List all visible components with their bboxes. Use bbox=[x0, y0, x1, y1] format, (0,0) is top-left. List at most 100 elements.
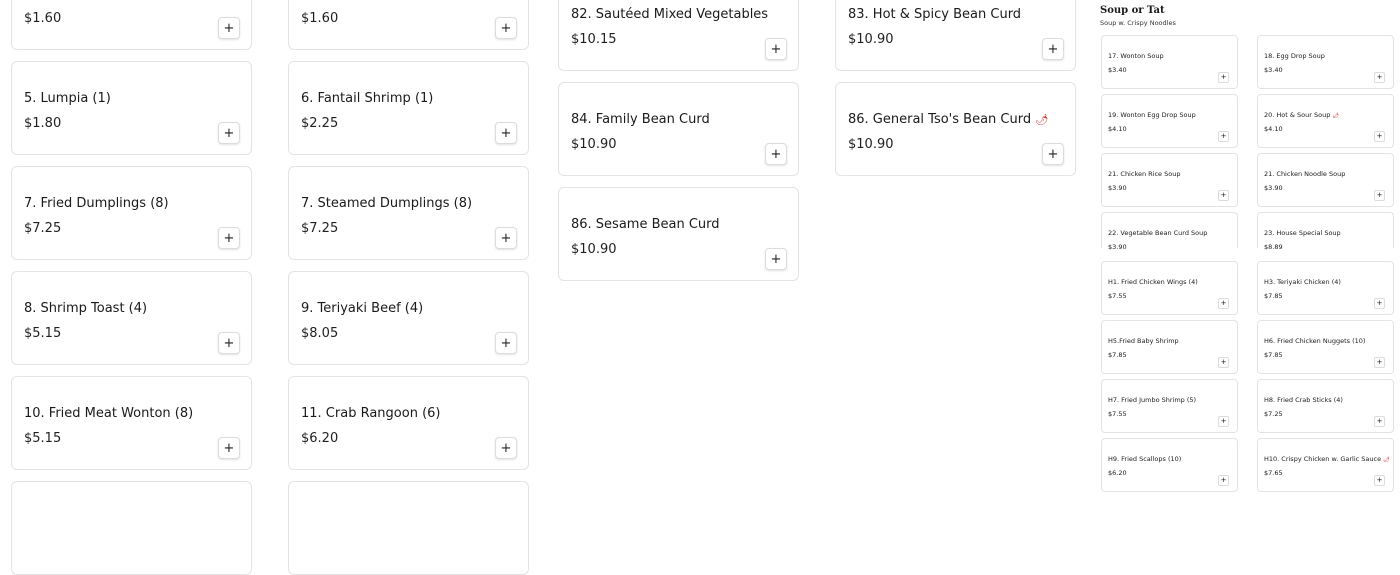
menu-item-card[interactable]: $1.60 + bbox=[11, 0, 252, 50]
menu-item-card[interactable]: 82. Sautéed Mixed Vegetables $10.15 + bbox=[558, 0, 799, 71]
item-price: $1.80 bbox=[24, 116, 62, 131]
item-name: 18. Egg Drop Soup bbox=[1264, 52, 1325, 60]
menu-item-card[interactable]: 7. Steamed Dumplings (8) $7.25 + bbox=[288, 166, 529, 260]
item-name: H10. Crispy Chicken w. Garlic Sauce 🌶 bbox=[1264, 455, 1390, 463]
add-to-cart-button[interactable]: + bbox=[218, 17, 240, 39]
side-item-card[interactable]: 17. Wonton Soup $3.40 + bbox=[1101, 35, 1238, 89]
side-item-card[interactable]: H3. Teriyaki Chicken (4) $7.85 + bbox=[1257, 261, 1394, 315]
side-item-card[interactable]: H5.Fried Baby Shrimp $7.85 + bbox=[1101, 320, 1238, 374]
chili-pepper-icon: 🌶 bbox=[1035, 114, 1049, 126]
plus-icon: + bbox=[1220, 476, 1227, 484]
chili-pepper-icon: 🌶 bbox=[1383, 457, 1390, 463]
menu-item-card[interactable] bbox=[288, 481, 529, 575]
item-price: $1.60 bbox=[301, 11, 339, 26]
item-name: 83. Hot & Spicy Bean Curd bbox=[848, 7, 1022, 22]
plus-icon: + bbox=[1047, 41, 1059, 57]
add-to-cart-button[interactable]: + bbox=[218, 227, 240, 249]
plus-icon: + bbox=[1376, 132, 1383, 140]
side-item-card[interactable]: H10. Crispy Chicken w. Garlic Sauce 🌶 $7… bbox=[1257, 438, 1394, 492]
add-to-cart-button[interactable]: + bbox=[765, 143, 787, 165]
item-price: $1.60 bbox=[24, 11, 62, 26]
menu-item-card[interactable]: 8. Shrimp Toast (4) $5.15 + bbox=[11, 271, 252, 365]
item-name: H7. Fried Jumbo Shrimp (5) bbox=[1108, 396, 1197, 404]
side-item-card[interactable]: H9. Fried Scallops (10) $6.20 + bbox=[1101, 438, 1238, 492]
add-to-cart-button[interactable]: + bbox=[218, 122, 240, 144]
plus-icon: + bbox=[1220, 299, 1227, 307]
menu-item-card[interactable]: $1.60 + bbox=[288, 0, 529, 50]
side-item-card[interactable]: 21. Chicken Rice Soup $3.90 + bbox=[1101, 153, 1238, 207]
add-to-cart-button[interactable]: + bbox=[495, 122, 517, 144]
side-item-card[interactable]: 23. House Special Soup $8.89 bbox=[1257, 212, 1394, 251]
plus-icon: + bbox=[770, 146, 782, 162]
add-to-cart-button[interactable]: + bbox=[1218, 190, 1229, 201]
add-to-cart-button[interactable]: + bbox=[1042, 38, 1064, 60]
menu-item-card[interactable]: 5. Lumpia (1) $1.80 + bbox=[11, 61, 252, 155]
side-item-card[interactable]: 21. Chicken Noodle Soup $3.90 + bbox=[1257, 153, 1394, 207]
add-to-cart-button[interactable]: + bbox=[1218, 131, 1229, 142]
add-to-cart-button[interactable]: + bbox=[1374, 131, 1385, 142]
menu-item-card[interactable]: 9. Teriyaki Beef (4) $8.05 + bbox=[288, 271, 529, 365]
add-to-cart-button[interactable]: + bbox=[495, 332, 517, 354]
menu-item-card[interactable]: 86. Sesame Bean Curd $10.90 + bbox=[558, 187, 799, 281]
add-to-cart-button[interactable]: + bbox=[1374, 72, 1385, 83]
chili-pepper-icon: 🌶 bbox=[1332, 113, 1339, 119]
menu-item-card[interactable]: 7. Fried Dumplings (8) $7.25 + bbox=[11, 166, 252, 260]
plus-icon: + bbox=[500, 125, 512, 141]
side-item-card[interactable]: H1. Fried Chicken Wings (4) $7.55 + bbox=[1101, 261, 1238, 315]
side-item-card[interactable]: H7. Fried Jumbo Shrimp (5) $7.55 + bbox=[1101, 379, 1238, 433]
plus-icon: + bbox=[770, 251, 782, 267]
plus-icon: + bbox=[1376, 191, 1383, 199]
item-name: H6. Fried Chicken Nuggets (10) bbox=[1264, 337, 1366, 345]
add-to-cart-button[interactable]: + bbox=[1374, 190, 1385, 201]
menu-item-card[interactable]: 6. Fantail Shrimp (1) $2.25 + bbox=[288, 61, 529, 155]
item-price: $3.90 bbox=[1108, 243, 1127, 251]
plus-icon: + bbox=[223, 125, 235, 141]
plus-icon: + bbox=[223, 230, 235, 246]
add-to-cart-button[interactable]: + bbox=[1218, 357, 1229, 368]
add-to-cart-button[interactable]: + bbox=[765, 248, 787, 270]
item-name: 19. Wonton Egg Drop Soup bbox=[1108, 111, 1196, 119]
menu-item-card[interactable]: 11. Crab Rangoon (6) $6.20 + bbox=[288, 376, 529, 470]
menu-item-card[interactable] bbox=[11, 481, 252, 575]
add-to-cart-button[interactable]: + bbox=[1218, 72, 1229, 83]
item-price: $10.90 bbox=[571, 137, 617, 152]
side-item-card[interactable]: H8. Fried Crab Sticks (4) $7.25 + bbox=[1257, 379, 1394, 433]
add-to-cart-button[interactable]: + bbox=[1374, 475, 1385, 486]
add-to-cart-button[interactable]: + bbox=[1218, 298, 1229, 309]
add-to-cart-button[interactable]: + bbox=[1218, 475, 1229, 486]
item-price: $3.40 bbox=[1108, 66, 1127, 74]
plus-icon: + bbox=[500, 335, 512, 351]
menu-item-card[interactable]: 10. Fried Meat Wonton (8) $5.15 + bbox=[11, 376, 252, 470]
side-item-card[interactable]: 18. Egg Drop Soup $3.40 + bbox=[1257, 35, 1394, 89]
add-to-cart-button[interactable]: + bbox=[1042, 143, 1064, 165]
item-price: $10.15 bbox=[571, 32, 617, 47]
item-name: 82. Sautéed Mixed Vegetables bbox=[571, 7, 769, 22]
add-to-cart-button[interactable]: + bbox=[218, 332, 240, 354]
side-item-card[interactable]: H6. Fried Chicken Nuggets (10) $7.85 + bbox=[1257, 320, 1394, 374]
item-price: $7.55 bbox=[1108, 410, 1127, 418]
side-item-card[interactable]: 19. Wonton Egg Drop Soup $4.10 + bbox=[1101, 94, 1238, 148]
add-to-cart-button[interactable]: + bbox=[1374, 298, 1385, 309]
side-item-card[interactable]: 22. Vegetable Bean Curd Soup $3.90 bbox=[1101, 212, 1238, 251]
add-to-cart-button[interactable]: + bbox=[218, 437, 240, 459]
item-name: 86. Sesame Bean Curd bbox=[571, 217, 720, 232]
add-to-cart-button[interactable]: + bbox=[1374, 357, 1385, 368]
menu-item-card[interactable]: 84. Family Bean Curd $10.90 + bbox=[558, 82, 799, 176]
add-to-cart-button[interactable]: + bbox=[495, 227, 517, 249]
add-to-cart-button[interactable]: + bbox=[1374, 416, 1385, 427]
side-item-card[interactable]: 20. Hot & Sour Soup 🌶 $4.10 + bbox=[1257, 94, 1394, 148]
add-to-cart-button[interactable]: + bbox=[495, 437, 517, 459]
add-to-cart-button[interactable]: + bbox=[765, 38, 787, 60]
add-to-cart-button[interactable]: + bbox=[495, 17, 517, 39]
item-name: H1. Fried Chicken Wings (4) bbox=[1108, 278, 1198, 286]
item-price: $4.10 bbox=[1264, 125, 1283, 133]
menu-item-card[interactable]: 83. Hot & Spicy Bean Curd $10.90 + bbox=[835, 0, 1076, 71]
menu-item-card[interactable]: 86. General Tso's Bean Curd 🌶 $10.90 + bbox=[835, 82, 1076, 176]
plus-icon: + bbox=[1376, 358, 1383, 366]
item-name: 6. Fantail Shrimp (1) bbox=[301, 91, 434, 106]
add-to-cart-button[interactable]: + bbox=[1218, 416, 1229, 427]
item-price: $10.90 bbox=[848, 137, 894, 152]
item-price: $3.40 bbox=[1264, 66, 1283, 74]
plus-icon: + bbox=[1220, 417, 1227, 425]
plus-icon: + bbox=[1376, 299, 1383, 307]
